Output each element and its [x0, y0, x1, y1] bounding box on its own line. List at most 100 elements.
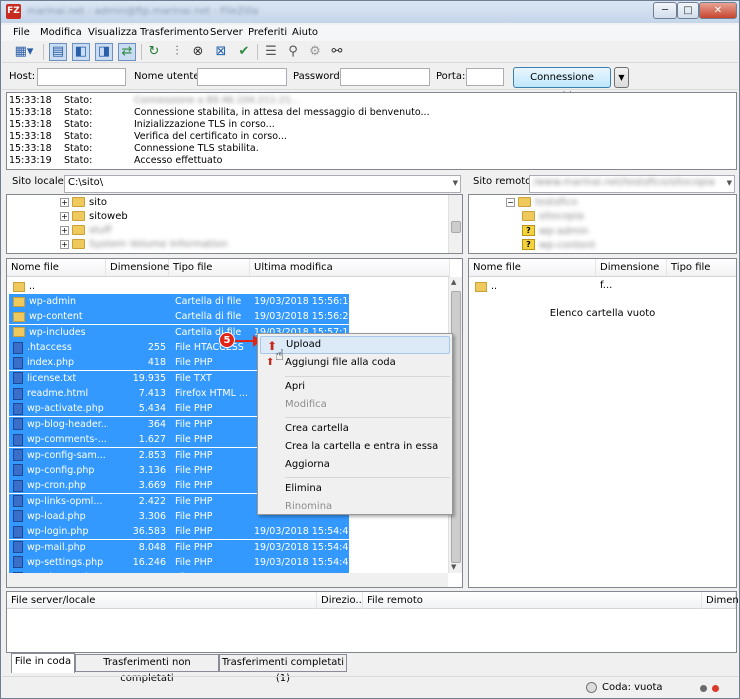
tree-item[interactable]: sitocopia [522, 211, 584, 225]
cell-type: File PHP [175, 357, 213, 369]
refresh-icon[interactable]: ↻ [145, 43, 163, 61]
chevron-down-icon[interactable]: ▼ [727, 179, 732, 187]
local-path-input[interactable]: C:\sito\ ▼ [64, 175, 461, 193]
remote-directory-tree: − testsfico sitocopia ? wp-admin ? wp-conte… [468, 194, 737, 254]
tree-item[interactable]: + sitoweb [60, 211, 128, 225]
menu-trasferimento[interactable]: Trasferimento [140, 27, 209, 38]
tab-successful-transfers[interactable]: Trasferimenti completati (1) [219, 654, 347, 684]
cell-type: File PHP [175, 495, 213, 507]
status-bar: Coda: vuota [2, 676, 738, 698]
expand-icon[interactable]: + [60, 225, 69, 235]
sync-browse-icon[interactable]: ⚙ [306, 43, 324, 61]
password-input[interactable] [340, 68, 430, 86]
column-header-name[interactable]: Nome file [469, 259, 596, 277]
filter-icon[interactable]: ☰ [262, 43, 280, 61]
queue-header-direction[interactable]: Direzio... [317, 592, 365, 609]
column-header-size[interactable]: Dimensione f... [596, 259, 667, 291]
table-row[interactable]: wp-content Cartella di file 19/03/2018 15:… [9, 309, 349, 325]
toggle-queue-icon[interactable]: ⇄ [118, 43, 136, 61]
tree-item[interactable]: ? wp-content [522, 239, 595, 253]
tab-queued-files[interactable]: File in coda [11, 653, 75, 673]
tree-item[interactable]: ? wp-admin [522, 225, 588, 239]
menu-item-create-and-enter[interactable]: Crea la cartella e entra in essa [260, 438, 450, 456]
scroll-up-icon[interactable]: ▲ [451, 278, 456, 286]
remote-site-label: Sito remoto: [473, 176, 535, 187]
quickconnect-button[interactable]: Connessione rapida [513, 67, 611, 102]
minimize-button[interactable]: ─ [653, 2, 677, 19]
table-row[interactable]: wp-admin Cartella di file 19/03/2018 15:56… [9, 294, 349, 309]
queue-header-size[interactable]: Dimen [702, 592, 739, 609]
menu-modifica[interactable]: Modifica [40, 27, 82, 38]
close-button[interactable]: ✕ [699, 2, 737, 19]
chevron-down-icon[interactable]: ▼ [453, 179, 458, 187]
queue-header-remote[interactable]: File remoto [363, 592, 702, 609]
transfer-queue: File server/locale Direzio... File remot… [6, 591, 739, 653]
folder-icon [13, 327, 25, 338]
collapse-icon[interactable]: − [506, 197, 515, 207]
menu-item-refresh[interactable]: Aggiorna [260, 456, 450, 474]
parent-directory-row[interactable]: .. [471, 279, 591, 294]
expand-icon[interactable]: + [60, 197, 69, 207]
parent-directory-row[interactable]: .. [9, 279, 349, 294]
cancel-icon[interactable]: ⊗ [189, 43, 207, 61]
expand-icon[interactable]: + [60, 211, 69, 221]
file-icon [13, 541, 23, 554]
tree-item[interactable]: − testsfico [506, 197, 577, 211]
compare-icon[interactable]: ⚲ [284, 43, 302, 61]
menu-item-upload[interactable]: ⬆ Upload [260, 336, 450, 354]
local-tree-scrollbar[interactable] [448, 195, 462, 253]
scroll-down-icon[interactable]: ▼ [451, 563, 456, 571]
site-manager-icon[interactable]: ▦▾ [10, 43, 38, 61]
menu-visualizza[interactable]: Visualizza [88, 27, 137, 38]
menu-item-add-to-queue[interactable]: ⬆ Aggiungi file alla coda [260, 354, 450, 372]
username-input[interactable] [197, 68, 287, 86]
menu-file[interactable]: File [13, 27, 30, 38]
cell-name: wp-activate.php [13, 401, 108, 416]
menu-item-open[interactable]: Apri [260, 378, 450, 396]
cell-type: File PHP [175, 510, 213, 522]
expand-icon[interactable]: + [60, 239, 69, 249]
column-header-size[interactable]: Dimensione... [106, 259, 179, 277]
folder-icon [13, 296, 25, 307]
column-header-type[interactable]: Tipo file [169, 259, 250, 277]
disconnect-icon[interactable]: ⊠ [212, 43, 230, 61]
toolbar: ▦▾ ▤ ◧ ◨ ⇄ ↻ ⫶ ⊗ ⊠ ✔ ☰ ⚲ ⚙ ⚯ [2, 41, 738, 63]
menu-server[interactable]: Server [210, 27, 243, 38]
column-header-type[interactable]: Tipo file [667, 259, 736, 277]
toggle-remote-tree-icon[interactable]: ◨ [95, 43, 113, 61]
menu-preferiti[interactable]: Preferiti [248, 27, 287, 38]
menu-aiuto[interactable]: Aiuto [292, 27, 318, 38]
maximize-button[interactable]: □ [677, 2, 699, 19]
cell-size: 7.413 [138, 388, 166, 400]
cell-name: wp-admin [13, 294, 108, 309]
queue-header-local[interactable]: File server/locale [7, 592, 317, 609]
column-header-modified[interactable]: Ultima modifica [250, 259, 450, 277]
column-header-name[interactable]: Nome file [7, 259, 106, 277]
remote-path-input[interactable]: /www.marinai.net/testsfico/sitocopia ▼ [529, 175, 735, 193]
menu-item-delete[interactable]: Elimina [260, 480, 450, 498]
search-icon[interactable]: ⚯ [328, 43, 346, 61]
host-input[interactable] [37, 68, 126, 86]
tree-item[interactable]: + sito [60, 197, 107, 211]
file-icon [13, 418, 23, 431]
unknown-folder-icon: ? [522, 239, 535, 250]
cell-name: wp-mail.php [13, 540, 108, 555]
folder-icon [522, 211, 535, 221]
quickconnect-history-dropdown[interactable]: ▼ [614, 67, 629, 88]
cell-size: 2.853 [138, 449, 166, 461]
toggle-log-icon[interactable]: ▤ [49, 43, 67, 61]
cell-name: .htaccess [13, 340, 108, 355]
table-row[interactable]: wp-login.php 36.583 File PHP 19/03/2018 15:… [9, 524, 349, 540]
tab-failed-transfers[interactable]: Trasferimenti non completati [75, 654, 219, 684]
tree-item[interactable]: + stuff [60, 225, 111, 239]
table-row[interactable]: wp-mail.php 8.048 File PHP 19/03/2018 15:54… [9, 539, 349, 555]
tree-item[interactable]: + System Volume Information [60, 239, 228, 253]
scroll-thumb[interactable] [451, 221, 461, 233]
local-list-hscrollbar[interactable] [7, 573, 448, 587]
process-queue-icon[interactable]: ⫶ [168, 43, 186, 61]
menu-item-create-folder[interactable]: Crea cartella [260, 420, 450, 438]
port-input[interactable] [466, 68, 504, 86]
table-row[interactable]: wp-settings.php 16.246 File PHP 19/03/2018 … [9, 554, 349, 570]
toggle-local-tree-icon[interactable]: ◧ [72, 43, 90, 61]
reconnect-icon[interactable]: ✔ [235, 43, 253, 61]
